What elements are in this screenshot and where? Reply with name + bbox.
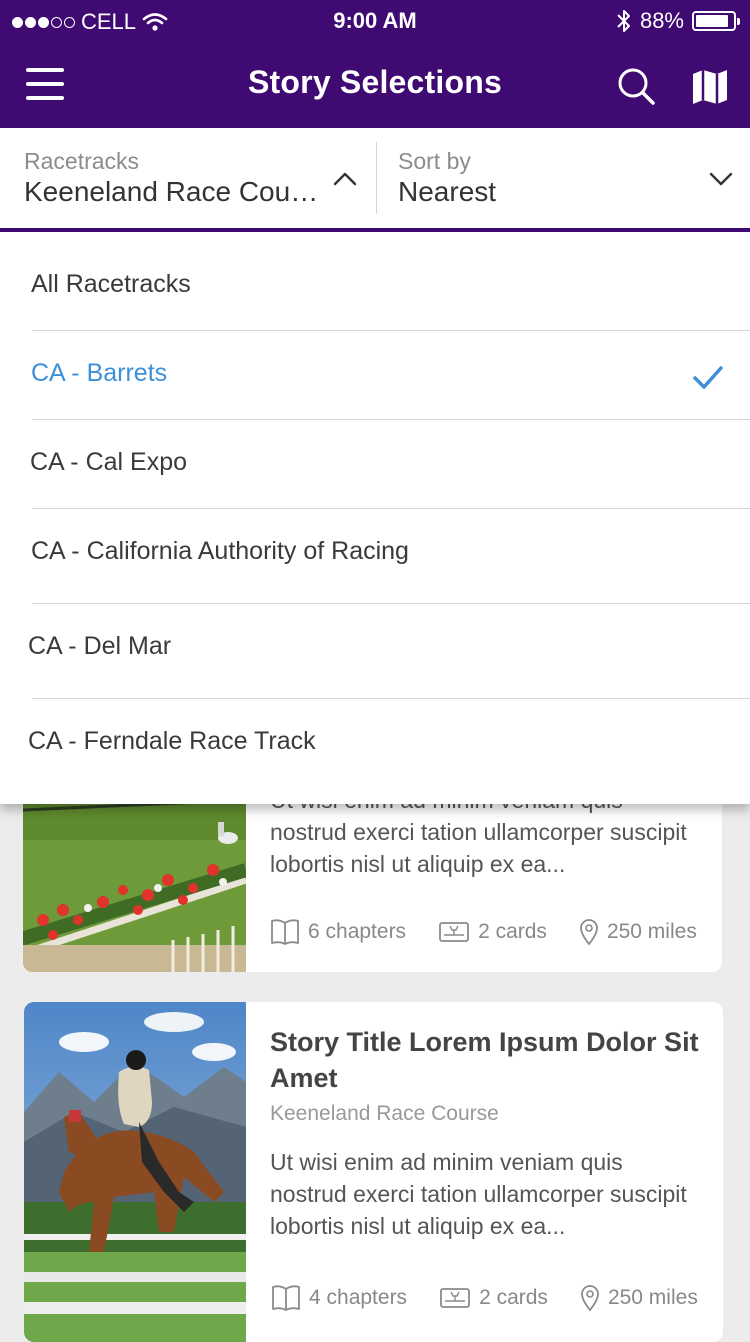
battery-icon [692, 11, 740, 31]
location-pin-icon [580, 919, 598, 946]
ticket-icon [439, 922, 469, 942]
cards-count: 2 cards [439, 1286, 548, 1310]
story-description: Ut wisi enim ad minim veniam quis nostru… [270, 1149, 687, 1239]
cards-count: 2 cards [438, 920, 547, 944]
distance: 250 miles [580, 1284, 698, 1312]
racetrack-dropdown: All Racetracks CA - Barrets CA - Cal Exp… [0, 232, 750, 804]
chapters-label: 4 chapters [309, 1286, 408, 1309]
chapters-count: 6 chapters [270, 918, 406, 946]
navbar: Story Selections [0, 44, 750, 128]
location-pin-icon [581, 1285, 599, 1312]
dropdown-option[interactable]: All Racetracks [0, 232, 750, 331]
story-thumbnail [24, 1002, 246, 1342]
app-header: CELL 9:00 AM 88% Story Selections [0, 0, 750, 128]
story-location: Keeneland Race Course [270, 1102, 499, 1125]
dropdown-option-label: CA - Del Mar [28, 632, 172, 660]
story-card[interactable]: Story Title Lorem Ipsum Dolor Sit Amet K… [24, 1002, 723, 1342]
battery-percent: 88% [639, 8, 684, 33]
dropdown-option[interactable]: CA - Cal Expo [0, 420, 750, 509]
story-meta: 4 chapters 2 cards 250 miles [271, 1284, 705, 1312]
chapters-label: 6 chapters [308, 920, 407, 943]
dropdown-option[interactable]: CA - California Authority of Racing [0, 509, 750, 604]
distance: 250 miles [579, 918, 697, 946]
story-description: nostrud exerci tation ullamcorper suscip… [270, 819, 687, 877]
dropdown-option-label: CA - Barrets [31, 359, 168, 387]
racetrack-filter[interactable]: Racetracks Keeneland Race Course [24, 128, 357, 228]
ticket-icon [440, 1288, 470, 1308]
book-icon [272, 1285, 300, 1311]
map-icon[interactable] [688, 64, 732, 108]
status-right: 88% [616, 8, 740, 34]
story-meta: 6 chapters 2 cards 250 miles [270, 918, 704, 946]
distance-label: 250 miles [607, 1286, 698, 1309]
sort-filter-label: Sort by [398, 148, 471, 174]
filter-divider [376, 142, 377, 214]
chapters-count: 4 chapters [271, 1284, 407, 1312]
checkmark-icon [693, 366, 723, 389]
dropdown-option-selected[interactable]: CA - Barrets [0, 331, 750, 420]
distance-label: 250 miles [606, 920, 697, 943]
bluetooth-icon [617, 10, 630, 32]
dropdown-option[interactable]: CA - Del Mar [0, 604, 750, 699]
sort-filter-value: Nearest [398, 176, 497, 207]
battery-fill [696, 15, 728, 27]
cards-label: 2 cards [479, 1286, 548, 1309]
story-card-body: Story Title Lorem Ipsum Dolor Sit Amet K… [270, 1024, 701, 1242]
dropdown-option-label: CA - Cal Expo [30, 448, 188, 476]
dropdown-option-label: All Racetracks [31, 270, 191, 298]
search-icon[interactable] [614, 64, 658, 108]
status-bar: CELL 9:00 AM 88% [0, 0, 750, 44]
racetrack-filter-label: Racetracks [24, 148, 140, 174]
story-title: Story Title Lorem Ipsum Dolor Sit Amet [270, 1027, 699, 1093]
chevron-down-icon [709, 172, 733, 186]
dropdown-option-label: CA - Ferndale Race Track [28, 727, 316, 755]
chevron-up-icon [333, 172, 357, 186]
dropdown-option[interactable]: CA - Ferndale Race Track [0, 699, 750, 804]
cards-label: 2 cards [478, 920, 547, 943]
sort-filter[interactable]: Sort by Nearest [398, 128, 738, 228]
filter-bar: Racetracks Keeneland Race Course Sort by… [0, 128, 750, 232]
racetrack-filter-value: Keeneland Race Course [24, 176, 319, 207]
book-icon [271, 919, 299, 945]
dropdown-option-label: CA - California Authority of Racing [31, 537, 409, 565]
